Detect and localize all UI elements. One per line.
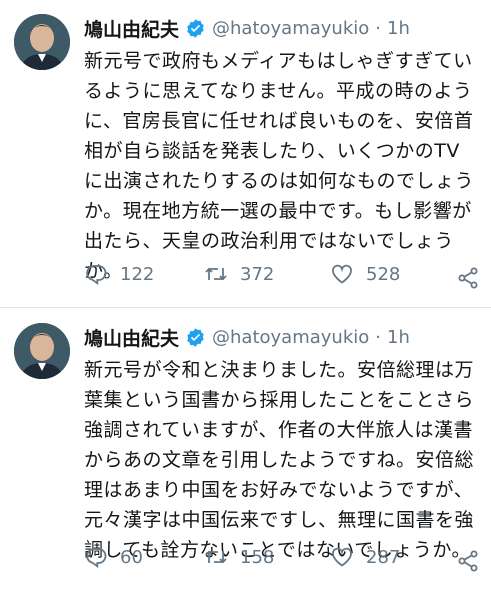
tweet-divider (0, 307, 491, 308)
text-line: るように思えてなりません。平成の時のよう (84, 80, 473, 102)
text-line: 相が自ら談話を発表したり、いくつかのTV (84, 140, 460, 162)
text-line: 元々漢字は中国伝来ですし、無理に国書を強 (84, 509, 475, 531)
retweet-count: 158 (240, 546, 275, 568)
heart-icon (332, 264, 352, 284)
like-button[interactable]: 287 (330, 545, 400, 569)
retweet-icon (205, 550, 227, 564)
verified-badge-icon (187, 327, 204, 347)
like-count: 287 (366, 546, 401, 568)
avatar[interactable] (14, 323, 70, 379)
reply-button[interactable]: 122 (84, 262, 154, 286)
text-line: 新元号で政府もメディアもはしゃぎすぎてい (84, 50, 473, 72)
text-line: に出演されたりするのは如何なものでしょう (84, 170, 475, 192)
reply-count: 122 (120, 263, 155, 285)
retweet-button[interactable]: 158 (204, 545, 274, 569)
reply-count: 60 (120, 546, 143, 568)
author-handle[interactable]: @hatoyamayukio (212, 18, 369, 39)
text-line: 新元号が令和と決まりました。安倍総理は万 (84, 359, 475, 381)
reply-icon (86, 548, 107, 568)
author-name[interactable]: 鳩山由紀夫 (84, 15, 179, 42)
tweet-text: 新元号が令和と決まりました。安倍総理は万 葉集という国書から採用したことをことさ… (84, 355, 480, 565)
tweet-card[interactable]: 鳩山由紀夫 @hatoyamayukio · 1h 新元号で政府もメディアもはし… (0, 0, 491, 307)
meta-separator: · (375, 17, 382, 39)
reply-icon (86, 265, 107, 285)
text-line: 強調されていますが、作者の大伴旅人は漢書 (84, 419, 474, 441)
text-line: からあの文章を引用したようですね。安倍総 (84, 449, 475, 471)
text-line: 出たら、天皇の政治利用ではないでしょう (84, 230, 454, 252)
heart-icon (332, 547, 352, 567)
retweet-icon (205, 267, 227, 281)
tweet-text: 新元号で政府もメディアもはしゃぎすぎてい るように思えてなりません。平成の時のよ… (84, 46, 480, 286)
like-button[interactable]: 528 (330, 262, 400, 286)
action-bar: 122 372 528 (84, 262, 484, 294)
share-button[interactable] (456, 549, 480, 577)
retweet-button[interactable]: 372 (204, 262, 274, 286)
verified-badge-icon (187, 18, 204, 38)
timestamp[interactable]: 1h (387, 18, 410, 39)
author-name[interactable]: 鳩山由紀夫 (84, 324, 179, 351)
text-line: 理はあまり中国をお好みでないようですが、 (84, 479, 474, 501)
action-bar: 60 158 287 (84, 545, 484, 577)
tweet-header: 鳩山由紀夫 @hatoyamayukio · 1h (84, 323, 410, 351)
like-count: 528 (366, 263, 401, 285)
share-button[interactable] (456, 266, 480, 294)
text-line: か。現在地方統一選の最中です。もし影響が (84, 200, 472, 222)
meta-separator: · (375, 326, 382, 348)
reply-button[interactable]: 60 (84, 545, 143, 569)
text-line: に、官房長官に任せれば良いものを、安倍首 (84, 110, 474, 132)
tweet-card[interactable]: 鳩山由紀夫 @hatoyamayukio · 1h 新元号が令和と決まりました。… (0, 309, 491, 600)
retweet-count: 372 (240, 263, 275, 285)
avatar[interactable] (14, 14, 70, 70)
share-icon (458, 550, 478, 572)
tweet-header: 鳩山由紀夫 @hatoyamayukio · 1h (84, 14, 410, 42)
text-line: 葉集という国書から採用したことをことさら (84, 389, 475, 411)
share-icon (458, 267, 478, 289)
timestamp[interactable]: 1h (387, 327, 410, 348)
author-handle[interactable]: @hatoyamayukio (212, 327, 369, 348)
